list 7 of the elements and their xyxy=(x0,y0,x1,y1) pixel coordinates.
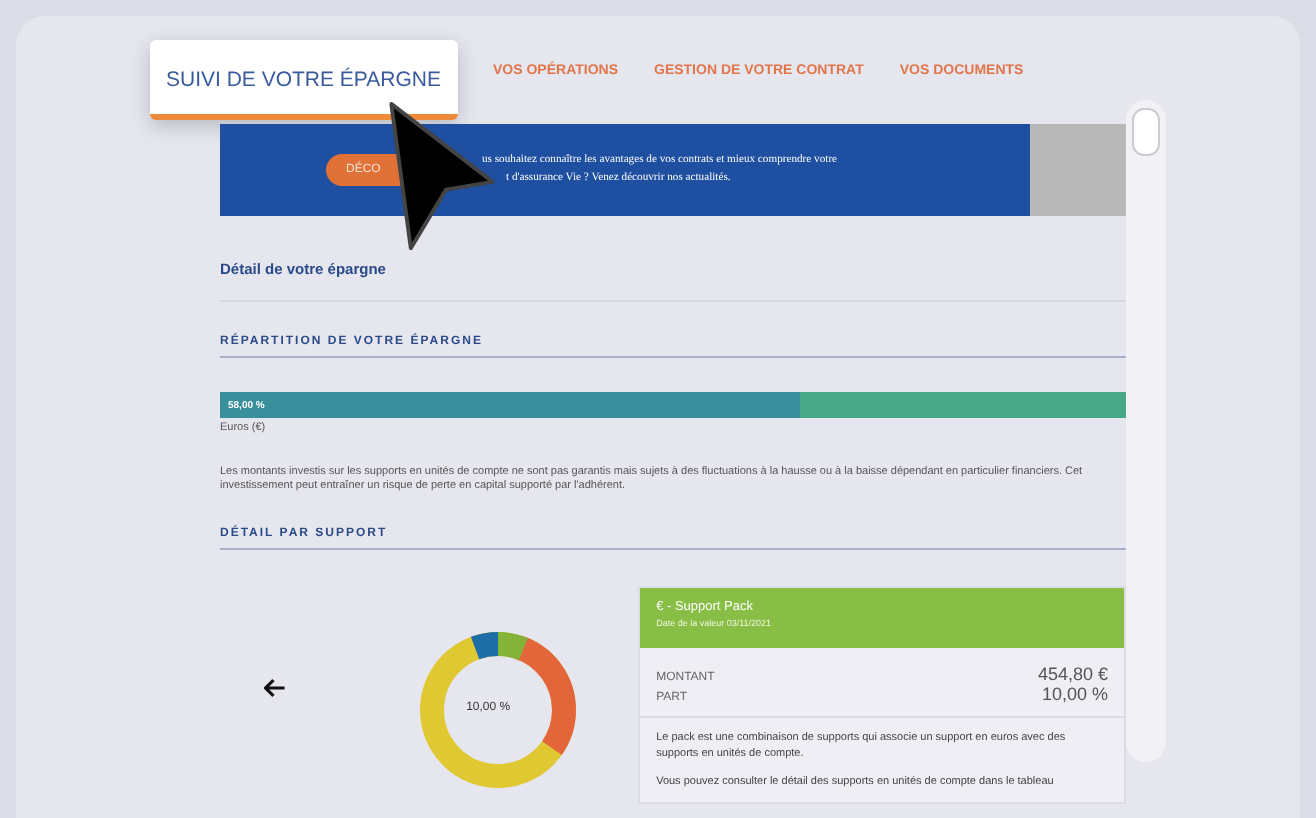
back-arrow-icon[interactable] xyxy=(264,678,287,698)
photo-placeholder xyxy=(1030,124,1126,216)
field-value: 10,00 % xyxy=(1041,684,1108,704)
scrollbar-thumb[interactable] xyxy=(1132,108,1160,156)
nav-tab[interactable]: SUIVI DE VOTRE ÉPARGNE xyxy=(150,40,457,120)
field-value: 454,80 € xyxy=(1037,664,1108,684)
scrollbar[interactable] xyxy=(1126,100,1166,762)
